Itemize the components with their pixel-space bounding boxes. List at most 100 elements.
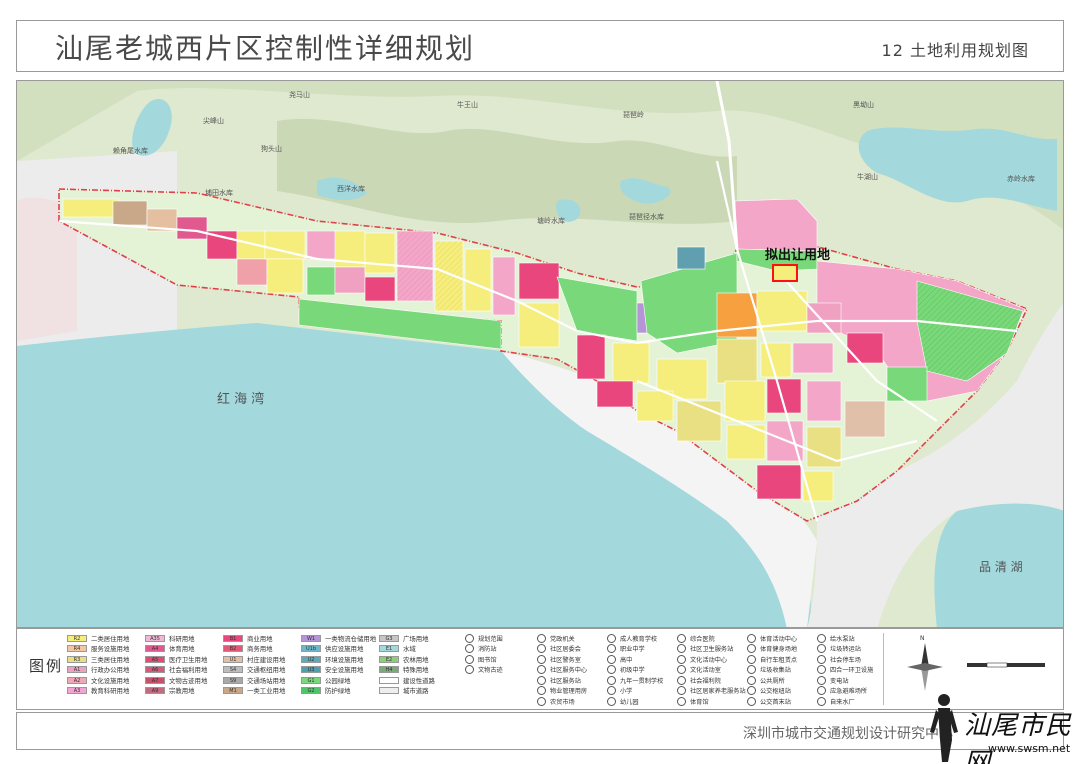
legend-swatch [379,687,399,695]
parcel-residential [364,232,396,274]
legend-symbol-label: 垃圾收集站 [760,667,791,675]
legend-symbol-label: 社会福利院 [690,677,721,685]
sheet-title: 12 土地利用规划图 [881,41,1029,60]
legend-label: 安全设施用地 [325,666,364,675]
facility-symbol-icon [817,665,826,675]
parcel-village [844,400,886,438]
legend-symbol-item: 规划范围 [465,633,533,644]
legend-symbol-label: 体育馆 [690,698,709,706]
legend-symbol-label: 规划范围 [478,635,503,643]
parcel-park [886,366,928,402]
legend-swatch: A6 [145,666,165,674]
legend-symbol-label: 四合一环卫设施 [830,667,874,675]
callout-parcel[interactable] [772,264,798,282]
legend-item: U1 村庄建设用地 [223,654,301,665]
place-label: 赖角尾水库 [113,146,148,155]
legend-symbol-item: 公共厕所 [747,675,817,686]
legend-symbol-item: 社区卫生服务站 [677,644,747,655]
legend-symbol-item: 垃圾转运站 [817,644,887,655]
legend-symbol-label: 文化活动室 [690,667,721,675]
parcel-residential [760,342,792,378]
legend-item: A9 宗教用地 [145,686,223,697]
legend-symbol-label: 社区服务中心 [550,667,588,675]
parcel-public [334,266,366,294]
facility-symbol-icon [465,654,474,664]
legend-label: 建设性道路 [403,676,435,685]
footer-bar: 深圳市城市交通规划设计研究中心 [16,712,1064,750]
legend-symbol-label: 公共厕所 [760,677,785,685]
legend-symbol-label: 综合医院 [690,635,715,643]
legend-swatch: M1 [223,687,243,695]
legend-symbol-label: 党政机关 [550,635,575,643]
legend-symbol-item: 综合医院 [677,633,747,644]
legend-label: 防护绿地 [325,687,351,696]
legend-item: A6 社会福利用地 [145,665,223,676]
parcel-residential [518,302,560,348]
legend-label: 行政办公用地 [91,666,130,675]
legend-label: 城市道路 [403,687,429,696]
legend-swatch: U2 [301,655,321,663]
legend-swatch: G2 [301,687,321,695]
legend-label: 一类物流仓储用地 [325,634,377,643]
legend-symbol-label: 给水泵站 [830,635,855,643]
legend-item: B1 商业用地 [223,633,301,644]
facility-symbol-icon [817,696,826,706]
legend-swatch: E1 [379,645,399,653]
facility-symbol-icon [747,675,756,685]
legend-swatch: A1 [67,666,87,674]
legend-symbol-item: 社会福利院 [677,675,747,686]
legend-symbol-label: 文化活动中心 [690,656,728,664]
legend-symbol-label: 自行车租赁点 [760,656,798,664]
legend-symbol-item: 消防站 [465,644,533,655]
page-title: 汕尾老城西片区控制性详细规划 [55,32,476,65]
legend-symbol-item: 初级中学 [607,665,677,676]
legend-symbol-label: 体育健身场地 [760,646,798,654]
parcel-residential [716,338,758,384]
legend-swatch: A4 [145,645,165,653]
facility-symbol-icon [677,686,686,696]
legend-swatch: G3 [379,634,399,642]
legend-label: 服务设施用地 [91,645,130,654]
facility-symbol-icon [537,675,546,685]
legend-symbol-label: 图书馆 [478,656,497,664]
legend-symbols-facilities: 党政机关 社区居委会 社区警务室 社区服务中心 社区服务站 物业管理用房 农贸市场 成人教育学… [537,633,887,707]
callout-label: 拟出让用地 [765,247,830,263]
parcel-commercial [846,332,884,364]
legend-swatch: B1 [223,634,243,642]
legend-symbol-item: 物业管理用房 [537,686,607,697]
legend-label: 宗教用地 [169,687,195,696]
place-label: 狗头山 [261,144,282,153]
legend-swatch: U3 [301,666,321,674]
legend-label: 一类工业用地 [247,687,286,696]
legend-label: 教育科研用地 [91,687,130,696]
facility-symbol-icon [817,654,826,664]
legend-swatch: G1 [301,676,321,684]
legend-label: 环境设施用地 [325,655,364,664]
place-label: 牛湖山 [857,172,878,181]
legend-symbol-item: 公交枢纽站 [747,686,817,697]
parcel-commercial [492,256,516,316]
facility-symbol-icon [537,686,546,696]
legend-swatch: A5 [145,655,165,663]
parcel-residential [612,342,650,384]
facility-symbol-icon [747,654,756,664]
legend-item: U3 安全设施用地 [301,665,379,676]
facility-symbol-icon [607,696,616,706]
north-arrow-icon [907,643,943,691]
land-use-map[interactable]: 拟出让用地 红 海 湾 品 清 湖 尧马山 牛王山 琵琶岭 黑坳山 尖峰山 狗头… [16,80,1064,628]
legend-symbol-item: 社区警务室 [537,654,607,665]
legend-item: G2 防护绿地 [301,686,379,697]
legend-symbol-item: 党政机关 [537,633,607,644]
legend-symbol-item: 公交首末站 [747,696,817,707]
legend-swatch: A2 [67,676,87,684]
facility-symbol-icon [607,633,616,643]
legend-label: 二类居住用地 [91,634,130,643]
legend-symbol-item: 自来水厂 [817,696,887,707]
legend-swatch: A35 [145,634,165,642]
parcel-commercial [576,334,606,380]
place-label: 琵琶径水库 [629,212,664,221]
parcel-industrial [112,200,148,226]
legend-symbol-item: 体育健身场地 [747,644,817,655]
legend-swatch: R4 [67,645,87,653]
watermark-url: www.swsm.net [988,742,1071,755]
